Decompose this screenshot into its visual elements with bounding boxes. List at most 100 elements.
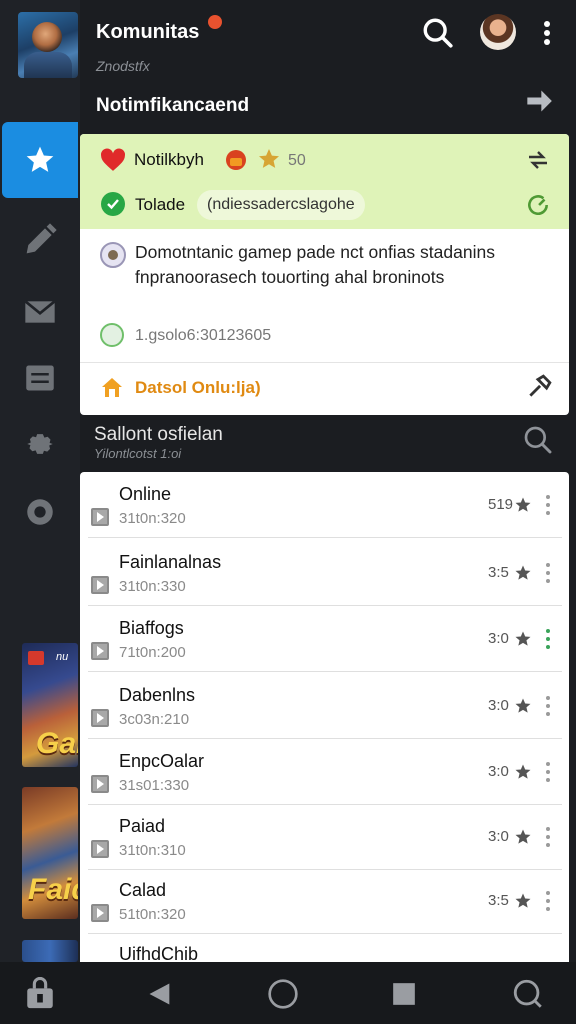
more-menu-button[interactable] <box>532 16 562 50</box>
thumbnail-title: Faid <box>28 873 78 906</box>
list-item[interactable]: EnpcOalar 31s01:330 3:0 <box>80 739 569 805</box>
notification-link[interactable]: Datsol Onlu:lja) <box>135 378 261 398</box>
star-icon[interactable] <box>514 697 532 715</box>
game-thumbnail[interactable]: nu Gai <box>22 643 78 767</box>
recents-button[interactable] <box>382 972 426 1016</box>
player-meta: 31t0n:310 <box>119 842 186 859</box>
bag-icon <box>27 977 53 1009</box>
edit-nav[interactable] <box>0 210 80 270</box>
dismiss-icon[interactable] <box>526 148 550 172</box>
player-meta: 71t0n:200 <box>119 644 186 661</box>
game-avatar[interactable] <box>18 12 78 78</box>
notification-pill[interactable]: (ndiessadercslagohe <box>197 190 365 220</box>
search-icon <box>423 18 453 48</box>
home-circle-icon <box>268 979 298 1009</box>
chat-button[interactable] <box>506 972 550 1016</box>
online-section-subtitle: Yilontlcotst 1:oi <box>94 446 182 461</box>
divider <box>88 671 562 672</box>
player-meta: 31t0n:330 <box>119 578 186 595</box>
star-icon[interactable] <box>514 630 532 648</box>
user-avatar[interactable] <box>480 14 516 50</box>
star-icon[interactable] <box>514 763 532 781</box>
store-button[interactable] <box>18 972 62 1016</box>
cog-icon <box>27 499 53 525</box>
notification-title: Tolade <box>135 195 186 214</box>
mail-nav[interactable] <box>0 282 80 342</box>
more-vertical-icon[interactable] <box>546 495 550 515</box>
star-icon[interactable] <box>514 828 532 846</box>
player-name: Paiad <box>119 816 166 836</box>
bottom-navigation <box>0 962 576 1024</box>
search-icon[interactable] <box>522 424 554 456</box>
page-subtitle: Znodstfx <box>96 58 150 74</box>
more-vertical-icon[interactable] <box>546 629 550 649</box>
pencil-icon <box>26 223 57 254</box>
page-title: Komunitas <box>96 21 200 43</box>
play-icon <box>91 508 109 526</box>
gear-icon <box>27 434 53 454</box>
list-item[interactable]: Online 31t0n:320 519 <box>80 472 569 538</box>
player-meta: 3c03n:210 <box>119 711 190 728</box>
player-name: UifhdChib <box>119 944 199 962</box>
favorites-nav[interactable] <box>2 122 78 198</box>
list-item[interactable]: Dabenlns 3c03n:210 3:0 <box>80 673 569 739</box>
game-thumbnail[interactable]: Faid <box>22 787 78 919</box>
square-icon <box>393 983 415 1005</box>
check-icon <box>101 192 125 216</box>
star-icon[interactable] <box>514 564 532 582</box>
settings-nav[interactable] <box>0 414 80 474</box>
list-item[interactable]: Calad 51t0n:320 3:5 <box>80 868 569 934</box>
star-icon[interactable] <box>514 496 532 514</box>
trophy-star-icon <box>259 149 279 168</box>
section-heading: Notimfikancaend <box>96 95 250 116</box>
list-item[interactable]: Fainlanalnas 31t0n:330 3:5 <box>80 540 569 606</box>
home-button[interactable] <box>261 972 305 1016</box>
player-list: Online 31t0n:320 519 Fainlanalnas 31t0n:… <box>80 472 569 962</box>
list-item[interactable]: Paiad 31t0n:310 3:0 <box>80 804 569 870</box>
notification-avatar-icon <box>100 242 126 268</box>
left-rail: nu Gai Faid <box>0 0 80 962</box>
forward-button[interactable] <box>524 86 554 116</box>
player-rating: 3:0 <box>488 630 509 647</box>
game-thumbnail[interactable] <box>22 940 78 962</box>
more-vertical-icon[interactable] <box>546 762 550 782</box>
online-section-title: Sallont osfielan <box>94 424 223 445</box>
player-meta: 31s01:330 <box>119 777 190 794</box>
list-nav[interactable] <box>0 348 80 408</box>
player-name: EnpcOalar <box>119 751 205 771</box>
badge-icon <box>226 150 246 170</box>
status-icon <box>100 323 124 347</box>
back-button[interactable] <box>138 972 182 1016</box>
list-item[interactable]: Biaffogs 71t0n:200 3:0 <box>80 606 569 672</box>
player-name: Biaffogs <box>119 618 184 638</box>
play-icon <box>91 775 109 793</box>
play-icon <box>91 642 109 660</box>
badge-icon <box>28 651 44 665</box>
play-icon <box>91 840 109 858</box>
more-vertical-icon <box>544 21 550 45</box>
refresh-icon[interactable] <box>525 192 551 218</box>
heart-icon <box>100 148 126 171</box>
star-icon <box>26 146 54 172</box>
play-icon <box>91 576 109 594</box>
notification-badge <box>208 15 222 29</box>
star-icon[interactable] <box>514 892 532 910</box>
player-rating: 519 <box>488 496 514 513</box>
back-triangle-icon <box>149 983 170 1005</box>
list-icon <box>26 365 54 391</box>
hammer-icon[interactable] <box>526 374 552 400</box>
thumbnail-tag: nu <box>56 651 69 663</box>
more-vertical-icon[interactable] <box>546 827 550 847</box>
mail-icon <box>24 300 56 323</box>
arrow-right-icon <box>527 90 552 112</box>
more-vertical-icon[interactable] <box>546 891 550 911</box>
more-vertical-icon[interactable] <box>546 696 550 716</box>
notification-text: Notilkbyh <box>134 150 204 169</box>
options-nav[interactable] <box>0 482 80 542</box>
list-item[interactable]: UifhdChib <box>80 934 569 962</box>
player-meta: 51t0n:320 <box>119 906 186 923</box>
more-vertical-icon[interactable] <box>546 563 550 583</box>
search-button[interactable] <box>421 16 455 50</box>
player-name: Online <box>119 484 172 504</box>
player-rating: 3:5 <box>488 564 509 581</box>
